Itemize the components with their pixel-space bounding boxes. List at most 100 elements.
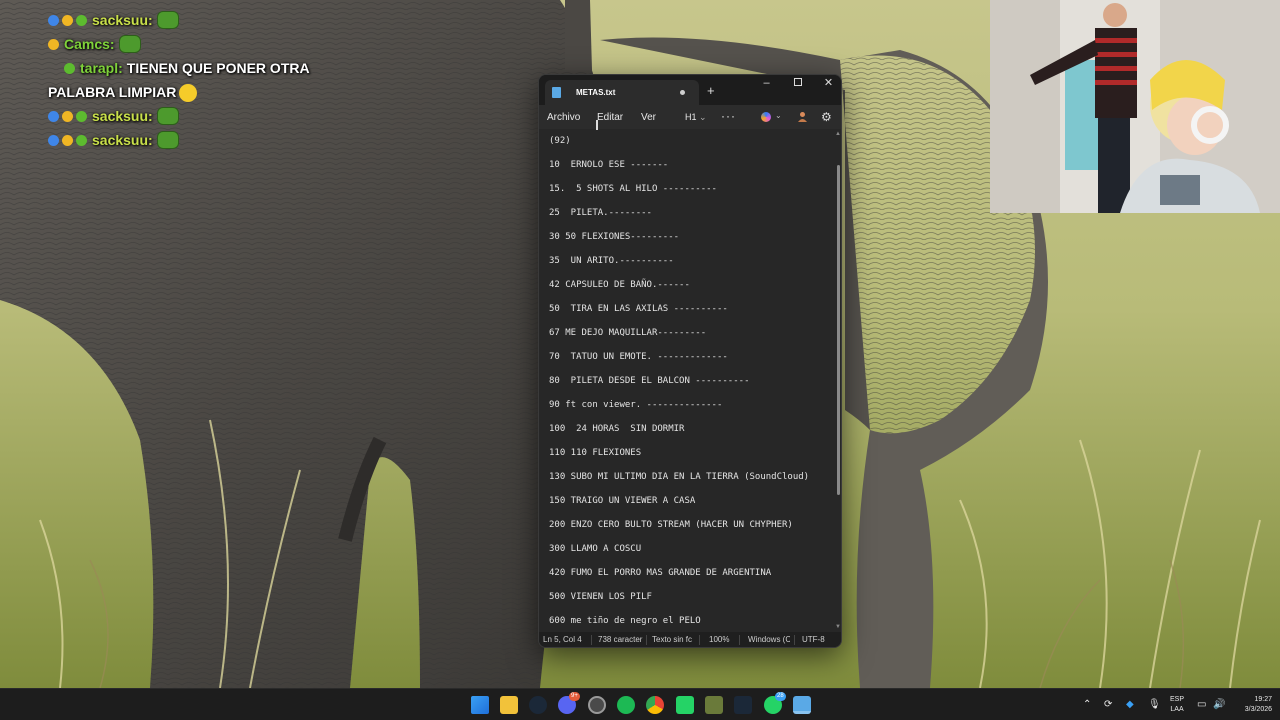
close-button[interactable]: ✕ <box>813 75 841 105</box>
sync-icon[interactable]: ⟳ <box>1104 699 1112 720</box>
status-divider <box>591 635 592 645</box>
chevron-up-icon[interactable]: ⌃ <box>1083 699 1091 720</box>
steam-window-icon[interactable] <box>734 696 752 714</box>
file-explorer-icon[interactable] <box>500 696 518 714</box>
maximize-button[interactable] <box>782 75 813 105</box>
chevron-down-icon[interactable]: ⌄ <box>775 111 782 120</box>
text-line[interactable]: 110 110 FLEXIONES <box>549 447 809 471</box>
account-icon[interactable] <box>797 111 808 122</box>
text-line[interactable]: 10 ERNOLO ESE ------- <box>549 159 809 183</box>
clock-time: 19:27 <box>1254 696 1272 703</box>
taskbar: 9+ 28 ⌃ ⟳ ◆ 🎙 ESP LAA ▭ 🔊 19:27 3/3/2026 <box>0 688 1280 720</box>
frog-badge-icon <box>76 110 87 122</box>
menu-ver[interactable]: Ver <box>641 112 656 123</box>
scroll-down-icon[interactable]: ▼ <box>835 624 841 630</box>
menu-bar: Archivo Editar Ver H1 ⌄ ··· ⌄ ⚙ <box>539 105 841 129</box>
frog-badge-icon <box>64 62 75 74</box>
scroll-up-icon[interactable]: ▲ <box>835 131 841 137</box>
chrome-icon[interactable] <box>646 696 664 714</box>
text-line[interactable]: 80 PILETA DESDE EL BALCON ---------- <box>549 375 809 399</box>
pepe-emote-icon <box>156 131 179 149</box>
heading-dropdown[interactable]: H1 ⌄ <box>685 112 707 123</box>
text-format[interactable]: Texto sin fc <box>652 635 694 644</box>
language-indicator[interactable]: ESP LAA <box>1170 695 1184 715</box>
steam-icon[interactable] <box>529 696 547 714</box>
text-line[interactable]: 50 TIRA EN LAS AXILAS ---------- <box>549 303 809 327</box>
text-line[interactable]: 67 ME DEJO MAQUILLAR--------- <box>549 327 809 351</box>
text-editor[interactable]: (92) 10 ERNOLO ESE ------- 15. 5 SHOTS AL … <box>539 129 841 632</box>
status-divider <box>699 635 700 645</box>
microphone-icon[interactable]: 🎙 <box>1148 699 1161 720</box>
chat-username: Camcs: <box>64 36 115 52</box>
text-line[interactable]: 35 UN ARITO.---------- <box>549 255 809 279</box>
text-line[interactable]: 150 TRAIGO UN VIEWER A CASA <box>549 495 809 519</box>
menu-editar[interactable]: Editar <box>597 112 623 123</box>
zoom-level[interactable]: 100% <box>709 635 735 644</box>
volume-icon[interactable]: 🔊 <box>1213 699 1225 720</box>
chat-username: sacksuu: <box>92 108 153 124</box>
maximize-icon <box>793 78 802 86</box>
menu-archivo[interactable]: Archivo <box>547 112 580 123</box>
text-line[interactable]: 25 PILETA.-------- <box>549 207 809 231</box>
sub-badge-icon <box>48 134 59 146</box>
minecraft-icon[interactable] <box>705 696 723 714</box>
bits-badge-icon <box>62 134 73 146</box>
network-icon[interactable]: ▭ <box>1197 699 1206 720</box>
kick-icon[interactable] <box>676 696 694 714</box>
editor-content[interactable]: (92) 10 ERNOLO ESE ------- 15. 5 SHOTS AL … <box>549 135 809 632</box>
text-line[interactable]: 42 CAPSULEO DE BAÑO.------ <box>549 279 809 303</box>
copilot-icon[interactable] <box>761 112 771 122</box>
start-windows-icon[interactable] <box>471 696 489 714</box>
whatsapp-badge: 28 <box>775 692 786 701</box>
cursor-position: Ln 5, Col 4 <box>543 635 582 644</box>
chat-message: Camcs: <box>48 32 348 56</box>
status-bar: Ln 5, Col 4 738 caracter Texto sin fc 10… <box>539 632 841 647</box>
discord-badge: 9+ <box>569 692 580 701</box>
char-count: 738 caracter <box>598 635 643 644</box>
line-ending[interactable]: Windows (C <box>748 635 790 644</box>
more-options-button[interactable]: ··· <box>721 109 736 123</box>
system-clock[interactable]: 19:27 3/3/2026 <box>1230 695 1272 715</box>
text-line[interactable]: 90 ft con viewer. -------------- <box>549 399 809 423</box>
chat-text-continued: PALABRA LIMPIAR <box>48 80 348 104</box>
text-line[interactable]: 30 50 FLEXIONES--------- <box>549 231 809 255</box>
bits-badge-icon <box>62 14 73 26</box>
keyboard-layout: LAA <box>1170 706 1184 713</box>
frog-badge-icon <box>76 14 87 26</box>
text-line[interactable]: 130 SUBO MI ULTIMO DIA EN LA TIERRA (Sou… <box>549 471 809 495</box>
settings-gear-icon[interactable]: ⚙ <box>821 110 832 124</box>
unsaved-dot-icon[interactable] <box>680 90 685 95</box>
encoding[interactable]: UTF-8 <box>802 635 834 644</box>
text-line[interactable]: 420 FUMO EL PORRO MAS GRANDE DE ARGENTIN… <box>549 567 809 591</box>
title-bar[interactable]: METAS.txt + – ✕ <box>539 75 841 105</box>
text-line[interactable]: 100 24 HORAS SIN DORMIR <box>549 423 809 447</box>
tab-title: METAS.txt <box>576 88 616 97</box>
text-line[interactable]: 70 TATUO UN EMOTE. ------------- <box>549 351 809 375</box>
mouse-cursor <box>596 120 598 130</box>
minimize-button[interactable]: – <box>751 75 782 105</box>
defender-icon[interactable]: ◆ <box>1126 699 1134 720</box>
sub-badge-icon <box>48 110 59 122</box>
text-line[interactable]: 500 VIENEN LOS PILF <box>549 591 809 615</box>
notepad-window[interactable]: METAS.txt + – ✕ Archivo Editar Ver H1 ⌄ … <box>538 74 842 648</box>
obs-icon[interactable] <box>588 696 606 714</box>
vertical-scrollbar[interactable] <box>837 165 840 495</box>
status-divider <box>739 635 740 645</box>
pepe-emote-icon <box>156 11 179 29</box>
chat-username: sacksuu: <box>92 132 153 148</box>
text-line[interactable]: 600 me tiño de negro el PELO <box>549 615 809 632</box>
tab-metas[interactable]: METAS.txt <box>545 80 699 105</box>
text-line[interactable]: 15. 5 SHOTS AL HILO ---------- <box>549 183 809 207</box>
chat-message: sacksuu: <box>48 104 348 128</box>
text-line[interactable]: (92) <box>549 135 809 159</box>
new-tab-button[interactable]: + <box>707 83 715 98</box>
chat-message: sacksuu: <box>48 128 348 152</box>
text-line[interactable]: 300 LLAMO A COSCU <box>549 543 809 567</box>
pepe-emote-icon <box>156 107 179 125</box>
frog-badge-icon <box>76 134 87 146</box>
bits-badge-icon <box>48 38 59 50</box>
text-line[interactable]: 200 ENZO CERO BULTO STREAM (HACER UN CHY… <box>549 519 809 543</box>
notepad-taskbar-icon[interactable] <box>793 696 811 714</box>
spotify-icon[interactable] <box>617 696 635 714</box>
heading-label: H1 <box>685 112 697 122</box>
